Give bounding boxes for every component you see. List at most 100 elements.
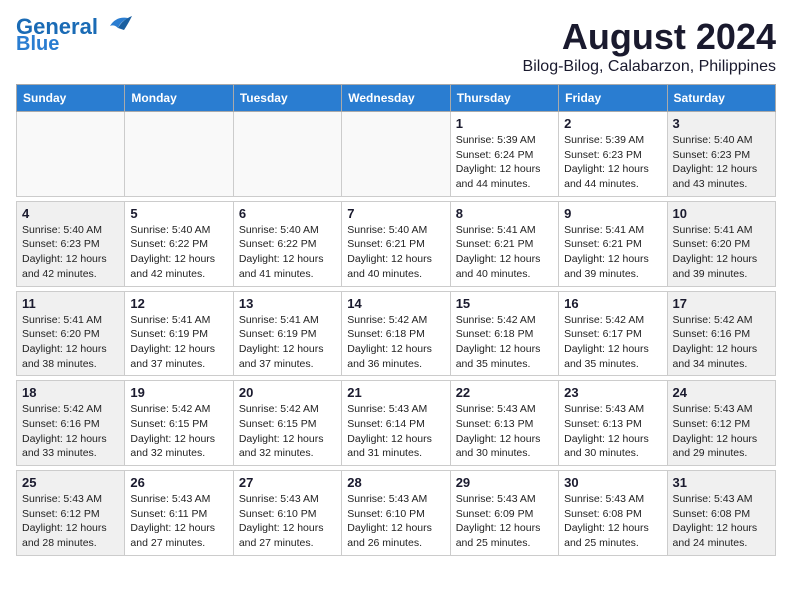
cell-daylight-info: Sunrise: 5:41 AM Sunset: 6:19 PM Dayligh… [130, 313, 227, 372]
cell-date-number: 11 [22, 296, 119, 311]
cell-date-number: 19 [130, 385, 227, 400]
calendar-cell: 13Sunrise: 5:41 AM Sunset: 6:19 PM Dayli… [233, 291, 341, 376]
cell-daylight-info: Sunrise: 5:41 AM Sunset: 6:21 PM Dayligh… [564, 223, 661, 282]
cell-daylight-info: Sunrise: 5:40 AM Sunset: 6:22 PM Dayligh… [130, 223, 227, 282]
logo-bird-icon [100, 14, 132, 36]
cell-daylight-info: Sunrise: 5:42 AM Sunset: 6:16 PM Dayligh… [22, 402, 119, 461]
page-title: August 2024 [523, 16, 776, 58]
calendar-cell: 4Sunrise: 5:40 AM Sunset: 6:23 PM Daylig… [17, 201, 125, 286]
cell-daylight-info: Sunrise: 5:43 AM Sunset: 6:09 PM Dayligh… [456, 492, 553, 551]
cell-daylight-info: Sunrise: 5:42 AM Sunset: 6:15 PM Dayligh… [130, 402, 227, 461]
header-wednesday: Wednesday [342, 85, 450, 112]
cell-daylight-info: Sunrise: 5:41 AM Sunset: 6:20 PM Dayligh… [673, 223, 770, 282]
cell-date-number: 25 [22, 475, 119, 490]
logo: General Blue [16, 16, 132, 54]
cell-date-number: 7 [347, 206, 444, 221]
calendar-cell: 28 Sunrise: 5:43 AM Sunset: 6:10 PM Dayli… [342, 471, 450, 556]
title-block: August 2024 Bilog-Bilog, Calabarzon, Phi… [523, 16, 776, 76]
cell-daylight-info: Sunrise: 5:40 AM Sunset: 6:22 PM Dayligh… [239, 223, 336, 282]
calendar-cell: 16 Sunrise: 5:42 AM Sunset: 6:17 PM Dayli… [559, 291, 667, 376]
cell-date-number: 15 [456, 296, 553, 311]
calendar-cell: 21Sunrise: 5:43 AM Sunset: 6:14 PM Dayli… [342, 381, 450, 466]
cell-date-number: 17 [673, 296, 770, 311]
calendar-cell: 31 Sunrise: 5:43 AM Sunset: 6:08 PM Dayli… [667, 471, 775, 556]
cell-date-number: 1 [456, 116, 553, 131]
cell-date-number: 18 [22, 385, 119, 400]
cell-date-number: 12 [130, 296, 227, 311]
cell-daylight-info: Sunrise: 5:43 AM Sunset: 6:08 PM Dayligh… [564, 492, 661, 551]
calendar-cell: 3Sunrise: 5:40 AM Sunset: 6:23 PM Daylig… [667, 112, 775, 197]
calendar-cell [233, 112, 341, 197]
calendar-cell: 1 Sunrise: 5:39 AM Sunset: 6:24 PM Daylig… [450, 112, 558, 197]
cell-date-number: 23 [564, 385, 661, 400]
calendar-week-5: 25 Sunrise: 5:43 AM Sunset: 6:12 PM Dayli… [17, 471, 776, 556]
calendar-cell: 26 Sunrise: 5:43 AM Sunset: 6:11 PM Dayli… [125, 471, 233, 556]
calendar-cell: 15 Sunrise: 5:42 AM Sunset: 6:18 PM Dayli… [450, 291, 558, 376]
cell-daylight-info: Sunrise: 5:43 AM Sunset: 6:10 PM Dayligh… [239, 492, 336, 551]
cell-daylight-info: Sunrise: 5:43 AM Sunset: 6:12 PM Dayligh… [22, 492, 119, 551]
calendar-cell: 11 Sunrise: 5:41 AM Sunset: 6:20 PM Dayli… [17, 291, 125, 376]
header-monday: Monday [125, 85, 233, 112]
cell-date-number: 3 [673, 116, 770, 131]
header-saturday: Saturday [667, 85, 775, 112]
cell-date-number: 8 [456, 206, 553, 221]
cell-daylight-info: Sunrise: 5:43 AM Sunset: 6:10 PM Dayligh… [347, 492, 444, 551]
calendar-cell: 17 Sunrise: 5:42 AM Sunset: 6:16 PM Dayli… [667, 291, 775, 376]
calendar-week-4: 18 Sunrise: 5:42 AM Sunset: 6:16 PM Dayli… [17, 381, 776, 466]
page-subtitle: Bilog-Bilog, Calabarzon, Philippines [523, 58, 776, 76]
calendar-week-2: 4Sunrise: 5:40 AM Sunset: 6:23 PM Daylig… [17, 201, 776, 286]
header-friday: Friday [559, 85, 667, 112]
page-header: General Blue August 2024 Bilog-Bilog, Ca… [16, 16, 776, 76]
cell-daylight-info: Sunrise: 5:43 AM Sunset: 6:11 PM Dayligh… [130, 492, 227, 551]
cell-date-number: 2 [564, 116, 661, 131]
cell-date-number: 13 [239, 296, 336, 311]
calendar-cell: 22 Sunrise: 5:43 AM Sunset: 6:13 PM Dayli… [450, 381, 558, 466]
cell-daylight-info: Sunrise: 5:43 AM Sunset: 6:08 PM Dayligh… [673, 492, 770, 551]
cell-date-number: 6 [239, 206, 336, 221]
cell-daylight-info: Sunrise: 5:42 AM Sunset: 6:15 PM Dayligh… [239, 402, 336, 461]
calendar-week-1: 1 Sunrise: 5:39 AM Sunset: 6:24 PM Daylig… [17, 112, 776, 197]
cell-date-number: 31 [673, 475, 770, 490]
calendar-cell [342, 112, 450, 197]
calendar-header-row: SundayMondayTuesdayWednesdayThursdayFrid… [17, 85, 776, 112]
calendar-cell: 29Sunrise: 5:43 AM Sunset: 6:09 PM Dayli… [450, 471, 558, 556]
cell-daylight-info: Sunrise: 5:39 AM Sunset: 6:24 PM Dayligh… [456, 133, 553, 192]
calendar-cell: 14 Sunrise: 5:42 AM Sunset: 6:18 PM Dayli… [342, 291, 450, 376]
calendar-cell: 6 Sunrise: 5:40 AM Sunset: 6:22 PM Daylig… [233, 201, 341, 286]
cell-date-number: 14 [347, 296, 444, 311]
calendar-cell: 30Sunrise: 5:43 AM Sunset: 6:08 PM Dayli… [559, 471, 667, 556]
calendar-cell: 12 Sunrise: 5:41 AM Sunset: 6:19 PM Dayli… [125, 291, 233, 376]
cell-daylight-info: Sunrise: 5:42 AM Sunset: 6:17 PM Dayligh… [564, 313, 661, 372]
calendar-cell: 24Sunrise: 5:43 AM Sunset: 6:12 PM Dayli… [667, 381, 775, 466]
cell-date-number: 28 [347, 475, 444, 490]
cell-daylight-info: Sunrise: 5:42 AM Sunset: 6:16 PM Dayligh… [673, 313, 770, 372]
cell-date-number: 4 [22, 206, 119, 221]
calendar-cell: 18 Sunrise: 5:42 AM Sunset: 6:16 PM Dayli… [17, 381, 125, 466]
calendar-cell: 19 Sunrise: 5:42 AM Sunset: 6:15 PM Dayli… [125, 381, 233, 466]
logo-blue-text: Blue [16, 34, 59, 54]
cell-daylight-info: Sunrise: 5:42 AM Sunset: 6:18 PM Dayligh… [456, 313, 553, 372]
cell-daylight-info: Sunrise: 5:41 AM Sunset: 6:20 PM Dayligh… [22, 313, 119, 372]
cell-date-number: 5 [130, 206, 227, 221]
calendar-cell: 20 Sunrise: 5:42 AM Sunset: 6:15 PM Dayli… [233, 381, 341, 466]
calendar-cell: 9 Sunrise: 5:41 AM Sunset: 6:21 PM Daylig… [559, 201, 667, 286]
cell-date-number: 22 [456, 385, 553, 400]
calendar-cell: 10 Sunrise: 5:41 AM Sunset: 6:20 PM Dayli… [667, 201, 775, 286]
cell-date-number: 10 [673, 206, 770, 221]
calendar-table: SundayMondayTuesdayWednesdayThursdayFrid… [16, 84, 776, 556]
cell-daylight-info: Sunrise: 5:41 AM Sunset: 6:21 PM Dayligh… [456, 223, 553, 282]
cell-date-number: 27 [239, 475, 336, 490]
cell-date-number: 9 [564, 206, 661, 221]
cell-date-number: 20 [239, 385, 336, 400]
header-thursday: Thursday [450, 85, 558, 112]
calendar-cell: 2Sunrise: 5:39 AM Sunset: 6:23 PM Daylig… [559, 112, 667, 197]
cell-date-number: 26 [130, 475, 227, 490]
header-tuesday: Tuesday [233, 85, 341, 112]
calendar-cell [17, 112, 125, 197]
cell-date-number: 16 [564, 296, 661, 311]
cell-daylight-info: Sunrise: 5:42 AM Sunset: 6:18 PM Dayligh… [347, 313, 444, 372]
cell-daylight-info: Sunrise: 5:43 AM Sunset: 6:13 PM Dayligh… [456, 402, 553, 461]
cell-date-number: 24 [673, 385, 770, 400]
cell-daylight-info: Sunrise: 5:43 AM Sunset: 6:13 PM Dayligh… [564, 402, 661, 461]
calendar-cell: 5 Sunrise: 5:40 AM Sunset: 6:22 PM Daylig… [125, 201, 233, 286]
